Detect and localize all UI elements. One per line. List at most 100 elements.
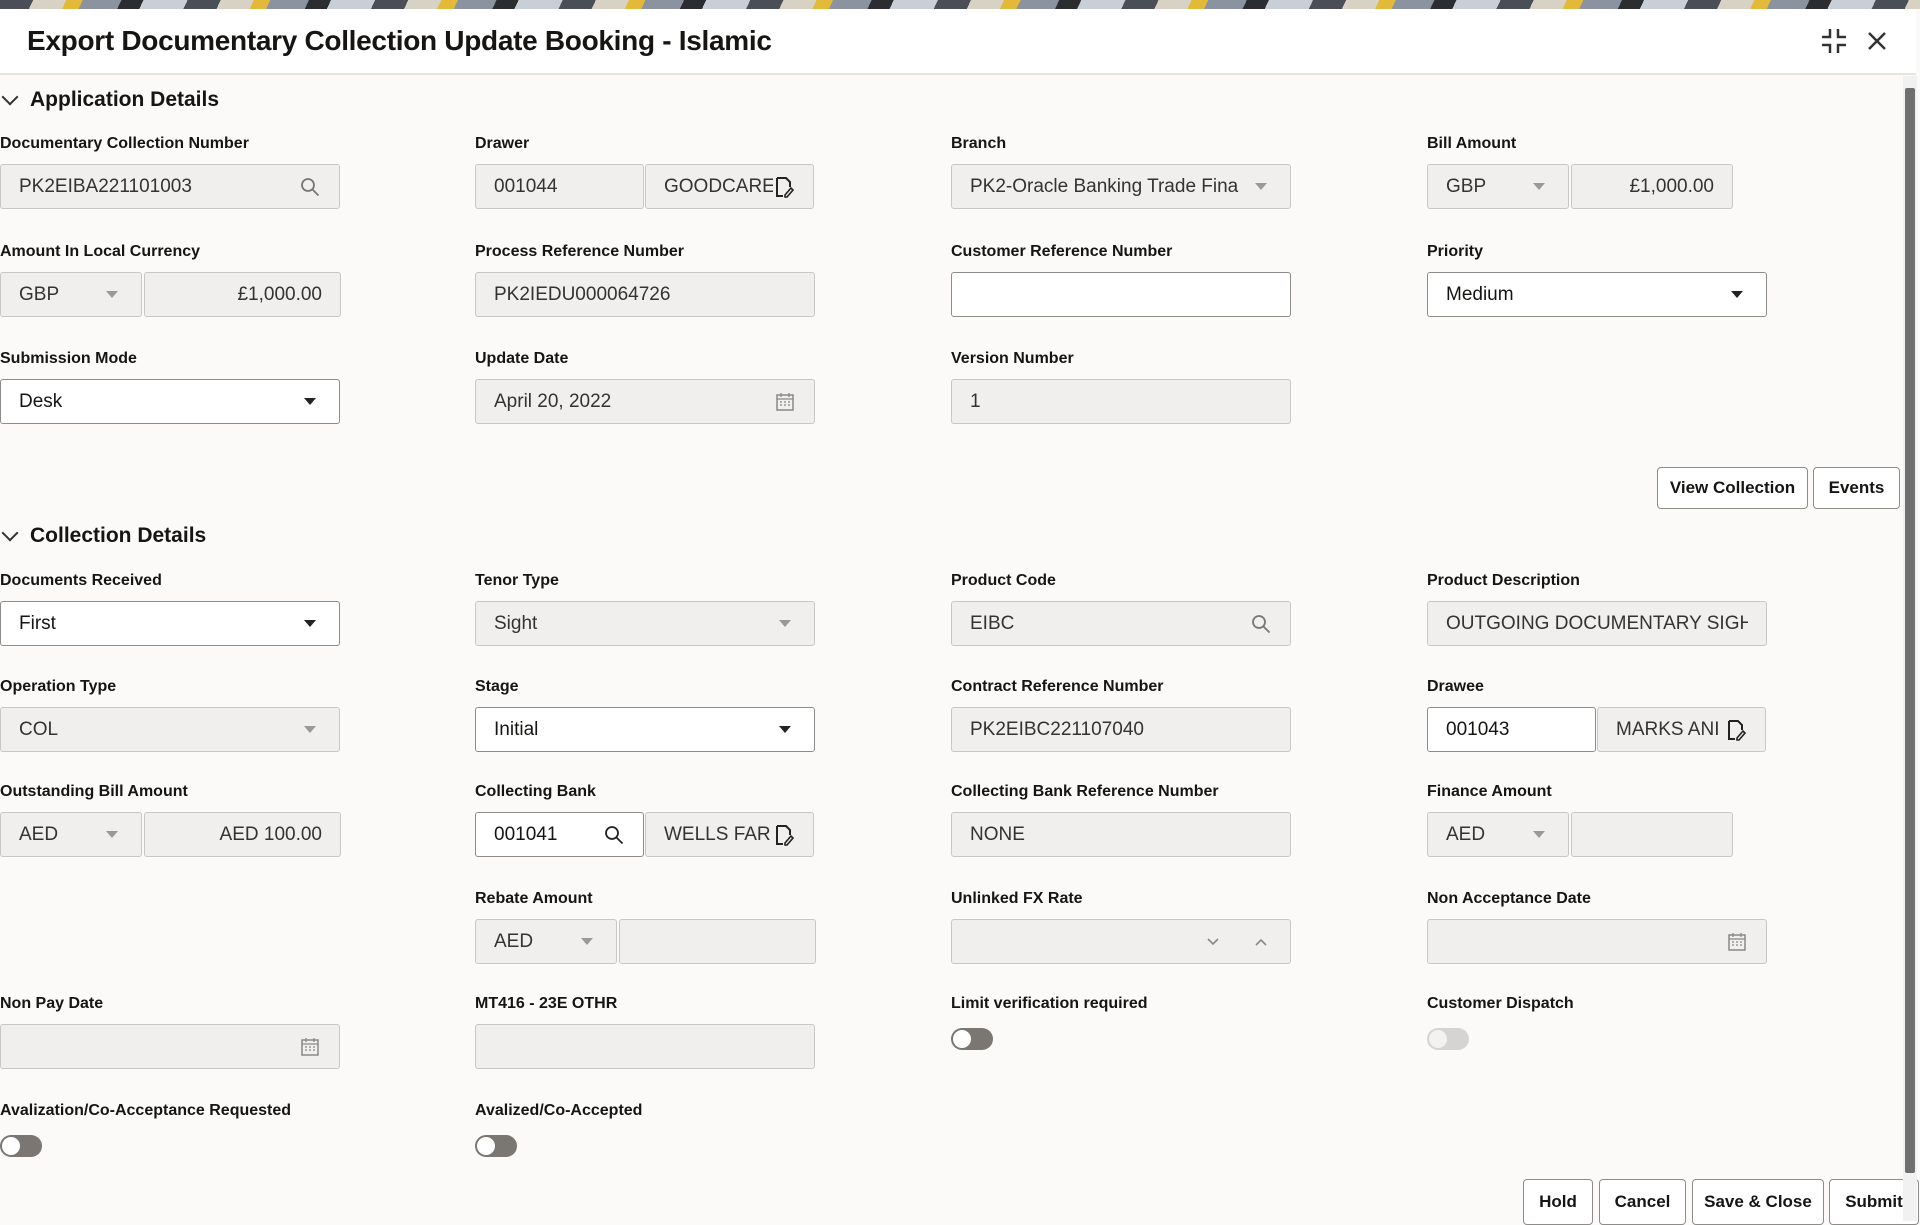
- customer-dispatch-label: Customer Dispatch: [1427, 995, 1574, 1013]
- field-value: GOODCARE: [664, 176, 773, 198]
- amount-in-local-currency-amount-input[interactable]: £1,000.00: [144, 272, 341, 317]
- process-reference-number-input[interactable]: PK2IEDU000064726: [475, 272, 815, 317]
- calendar-icon[interactable]: [1726, 931, 1748, 953]
- scrollbar[interactable]: [1903, 76, 1917, 1221]
- non-pay-date-label: Non Pay Date: [0, 995, 103, 1013]
- drawer-code-input[interactable]: 001044: [475, 164, 644, 209]
- unlinked-fx-rate-label: Unlinked FX Rate: [951, 890, 1083, 908]
- product-description-input[interactable]: OUTGOING DOCUMENTARY SIGHT: [1427, 601, 1767, 646]
- operation-type-select[interactable]: COL: [0, 707, 340, 752]
- close-icon[interactable]: [1865, 27, 1889, 60]
- outstanding-bill-amount-amount-input[interactable]: AED 100.00: [144, 812, 341, 857]
- field-value: Sight: [494, 613, 774, 635]
- search-icon[interactable]: [299, 176, 321, 198]
- scrollbar-thumb[interactable]: [1905, 88, 1915, 1173]
- outstanding-bill-amount-currency-select[interactable]: AED: [0, 812, 142, 857]
- document-edit-icon[interactable]: [773, 176, 795, 198]
- finance-amount-currency-select[interactable]: AED: [1427, 812, 1569, 857]
- avalization-co-acceptance-requested-toggle[interactable]: [0, 1135, 42, 1157]
- customer-reference-number-input[interactable]: [951, 272, 1291, 317]
- product-code-input[interactable]: EIBC: [951, 601, 1291, 646]
- non-acceptance-date-date-input[interactable]: [1427, 919, 1767, 964]
- unlinked-fx-rate-input[interactable]: [951, 919, 1291, 964]
- view-collection-button[interactable]: View Collection: [1657, 467, 1808, 509]
- cancel-button[interactable]: Cancel: [1599, 1179, 1686, 1225]
- caret-shape: [1731, 291, 1743, 298]
- caret-shape: [304, 726, 316, 733]
- chevron-down-icon: [1726, 284, 1748, 306]
- save-close-button[interactable]: Save & Close: [1692, 1179, 1824, 1225]
- collection-details-header[interactable]: Collection Details: [0, 524, 206, 548]
- chevron-down-icon: [2, 525, 19, 542]
- collecting-bank-code-input[interactable]: 001041: [475, 812, 644, 857]
- non-pay-date-date-input[interactable]: [0, 1024, 340, 1069]
- collecting-bank-reference-number-input[interactable]: NONE: [951, 812, 1291, 857]
- drawer-name-field: GOODCARE: [645, 164, 814, 209]
- events-button[interactable]: Events: [1813, 467, 1900, 509]
- calendar-icon[interactable]: [774, 391, 796, 413]
- version-number-input[interactable]: 1: [951, 379, 1291, 424]
- branch-select[interactable]: PK2-Oracle Banking Trade Fina: [951, 164, 1291, 209]
- chevron-down-icon: [774, 613, 796, 635]
- field-value: PK2EIBA221101003: [19, 176, 299, 198]
- operation-type-label: Operation Type: [0, 678, 116, 696]
- stage-select[interactable]: Initial: [475, 707, 815, 752]
- search-icon[interactable]: [603, 824, 625, 846]
- documentary-collection-number-input[interactable]: PK2EIBA221101003: [0, 164, 340, 209]
- submission-mode-select[interactable]: Desk: [0, 379, 340, 424]
- application-details-header[interactable]: Application Details: [0, 88, 219, 112]
- limit-verification-required-toggle[interactable]: [951, 1028, 993, 1050]
- documentary-collection-number-label: Documentary Collection Number: [0, 135, 249, 153]
- finance-amount-amount-input[interactable]: [1571, 812, 1733, 857]
- chevron-down-icon: [1528, 176, 1550, 198]
- field-value: PK2-Oracle Banking Trade Fina: [970, 176, 1250, 198]
- collecting-bank-label: Collecting Bank: [475, 783, 596, 801]
- caret-shape: [779, 726, 791, 733]
- documents-received-label: Documents Received: [0, 572, 162, 590]
- stage-label: Stage: [475, 678, 519, 696]
- section-title: Collection Details: [30, 524, 206, 548]
- field-value: Desk: [19, 391, 299, 413]
- field-value: First: [19, 613, 299, 635]
- chevron-down-icon: [101, 284, 123, 306]
- field-value: April 20, 2022: [494, 391, 774, 413]
- caret-shape: [304, 398, 316, 405]
- collapse-icon[interactable]: [1820, 27, 1848, 60]
- chevron-down-icon[interactable]: [1202, 931, 1224, 953]
- caret-shape: [106, 291, 118, 298]
- bill-amount-currency-select[interactable]: GBP: [1427, 164, 1569, 209]
- rebate-amount-currency-select[interactable]: AED: [475, 919, 617, 964]
- update-date-date-input[interactable]: April 20, 2022: [475, 379, 815, 424]
- chevron-down-icon: [299, 719, 321, 741]
- field-value: OUTGOING DOCUMENTARY SIGHT: [1446, 613, 1748, 635]
- mt416-23e-othr-input[interactable]: [475, 1024, 815, 1069]
- mt416-23e-othr-label: MT416 - 23E OTHR: [475, 995, 617, 1013]
- document-edit-icon[interactable]: [773, 824, 795, 846]
- collecting-bank-name-field: WELLS FAR: [645, 812, 814, 857]
- tenor-type-select[interactable]: Sight: [475, 601, 815, 646]
- chevron-up-icon[interactable]: [1250, 931, 1272, 953]
- contract-reference-number-input[interactable]: PK2EIBC221107040: [951, 707, 1291, 752]
- field-value: WELLS FAR: [664, 824, 773, 846]
- field-value: £1,000.00: [1590, 176, 1714, 198]
- top-banner: [0, 0, 1920, 9]
- branch-label: Branch: [951, 135, 1006, 153]
- field-value: 001043: [1446, 719, 1577, 741]
- document-edit-icon[interactable]: [1725, 719, 1747, 741]
- search-icon[interactable]: [1250, 613, 1272, 635]
- field-value: AED: [1446, 824, 1528, 846]
- drawee-code-input[interactable]: 001043: [1427, 707, 1596, 752]
- calendar-icon[interactable]: [299, 1036, 321, 1058]
- rebate-amount-amount-input[interactable]: [619, 919, 816, 964]
- priority-select[interactable]: Medium: [1427, 272, 1767, 317]
- documents-received-select[interactable]: First: [0, 601, 340, 646]
- hold-button[interactable]: Hold: [1523, 1179, 1593, 1225]
- field-value: PK2IEDU000064726: [494, 284, 796, 306]
- field-value: 001044: [494, 176, 625, 198]
- amount-in-local-currency-currency-select[interactable]: GBP: [0, 272, 142, 317]
- chevron-down-icon: [101, 824, 123, 846]
- bill-amount-amount-input[interactable]: £1,000.00: [1571, 164, 1733, 209]
- avalized-co-accepted-toggle[interactable]: [475, 1135, 517, 1157]
- field-value: AED: [494, 931, 576, 953]
- caret-shape: [106, 831, 118, 838]
